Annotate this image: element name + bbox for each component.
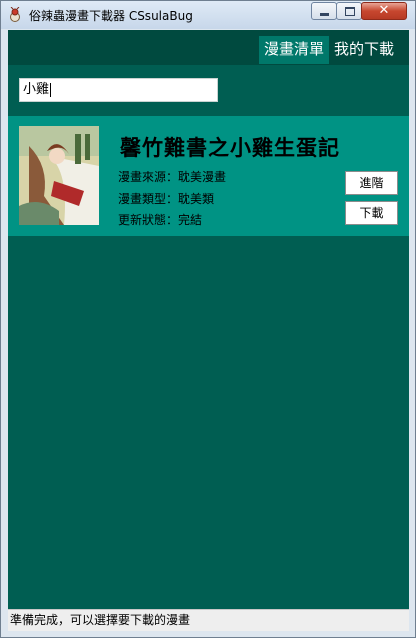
text-caret xyxy=(50,82,52,97)
maximize-button[interactable] xyxy=(336,2,362,20)
type-value: 耽美類 xyxy=(178,192,215,206)
app-window: 俗辣蟲漫畫下載器 CSsulaBug ✕ 漫畫清單 我的下載 小雞 馨竹難書之小… xyxy=(0,0,416,638)
manga-title: 馨竹難書之小雞生蛋記 xyxy=(120,135,340,160)
bug-app-icon xyxy=(10,7,20,22)
status-value: 完結 xyxy=(178,213,203,227)
search-input[interactable]: 小雞 xyxy=(19,78,218,102)
title-bar[interactable]: 俗辣蟲漫畫下載器 CSsulaBug ✕ xyxy=(1,1,415,29)
manga-type: 漫畫類型：耽美類 xyxy=(118,190,214,207)
minimize-icon xyxy=(312,3,336,19)
source-label: 漫畫來源： xyxy=(118,170,179,184)
close-button[interactable]: ✕ xyxy=(361,2,407,20)
manga-result-card[interactable]: 馨竹難書之小雞生蛋記 漫畫來源：耽美漫畫 漫畫類型：耽美類 更新狀態：完結 進階… xyxy=(8,116,409,236)
type-label: 漫畫類型： xyxy=(118,192,179,206)
status-label: 更新狀態： xyxy=(118,213,179,227)
status-bar: 準備完成，可以選擇要下載的漫畫 xyxy=(8,609,409,631)
source-value: 耽美漫畫 xyxy=(178,170,227,184)
close-icon: ✕ xyxy=(378,3,390,18)
manga-cover-image xyxy=(19,126,99,225)
download-button[interactable]: 下載 xyxy=(345,201,398,225)
manga-status: 更新狀態：完結 xyxy=(118,211,202,228)
window-title: 俗辣蟲漫畫下載器 CSsulaBug xyxy=(29,9,193,23)
minimize-button[interactable] xyxy=(311,2,337,20)
advanced-button[interactable]: 進階 xyxy=(345,171,398,195)
search-value: 小雞 xyxy=(23,82,50,97)
main-content: 漫畫清單 我的下載 小雞 馨竹難書之小雞生蛋記 漫畫來源：耽美漫畫 漫畫類型：耽… xyxy=(8,30,409,609)
tab-manga-list[interactable]: 漫畫清單 xyxy=(259,36,329,64)
maximize-icon xyxy=(337,3,361,19)
nav-bar: 漫畫清單 我的下載 xyxy=(8,30,409,65)
tab-my-downloads[interactable]: 我的下載 xyxy=(329,36,401,64)
manga-source: 漫畫來源：耽美漫畫 xyxy=(118,168,226,185)
